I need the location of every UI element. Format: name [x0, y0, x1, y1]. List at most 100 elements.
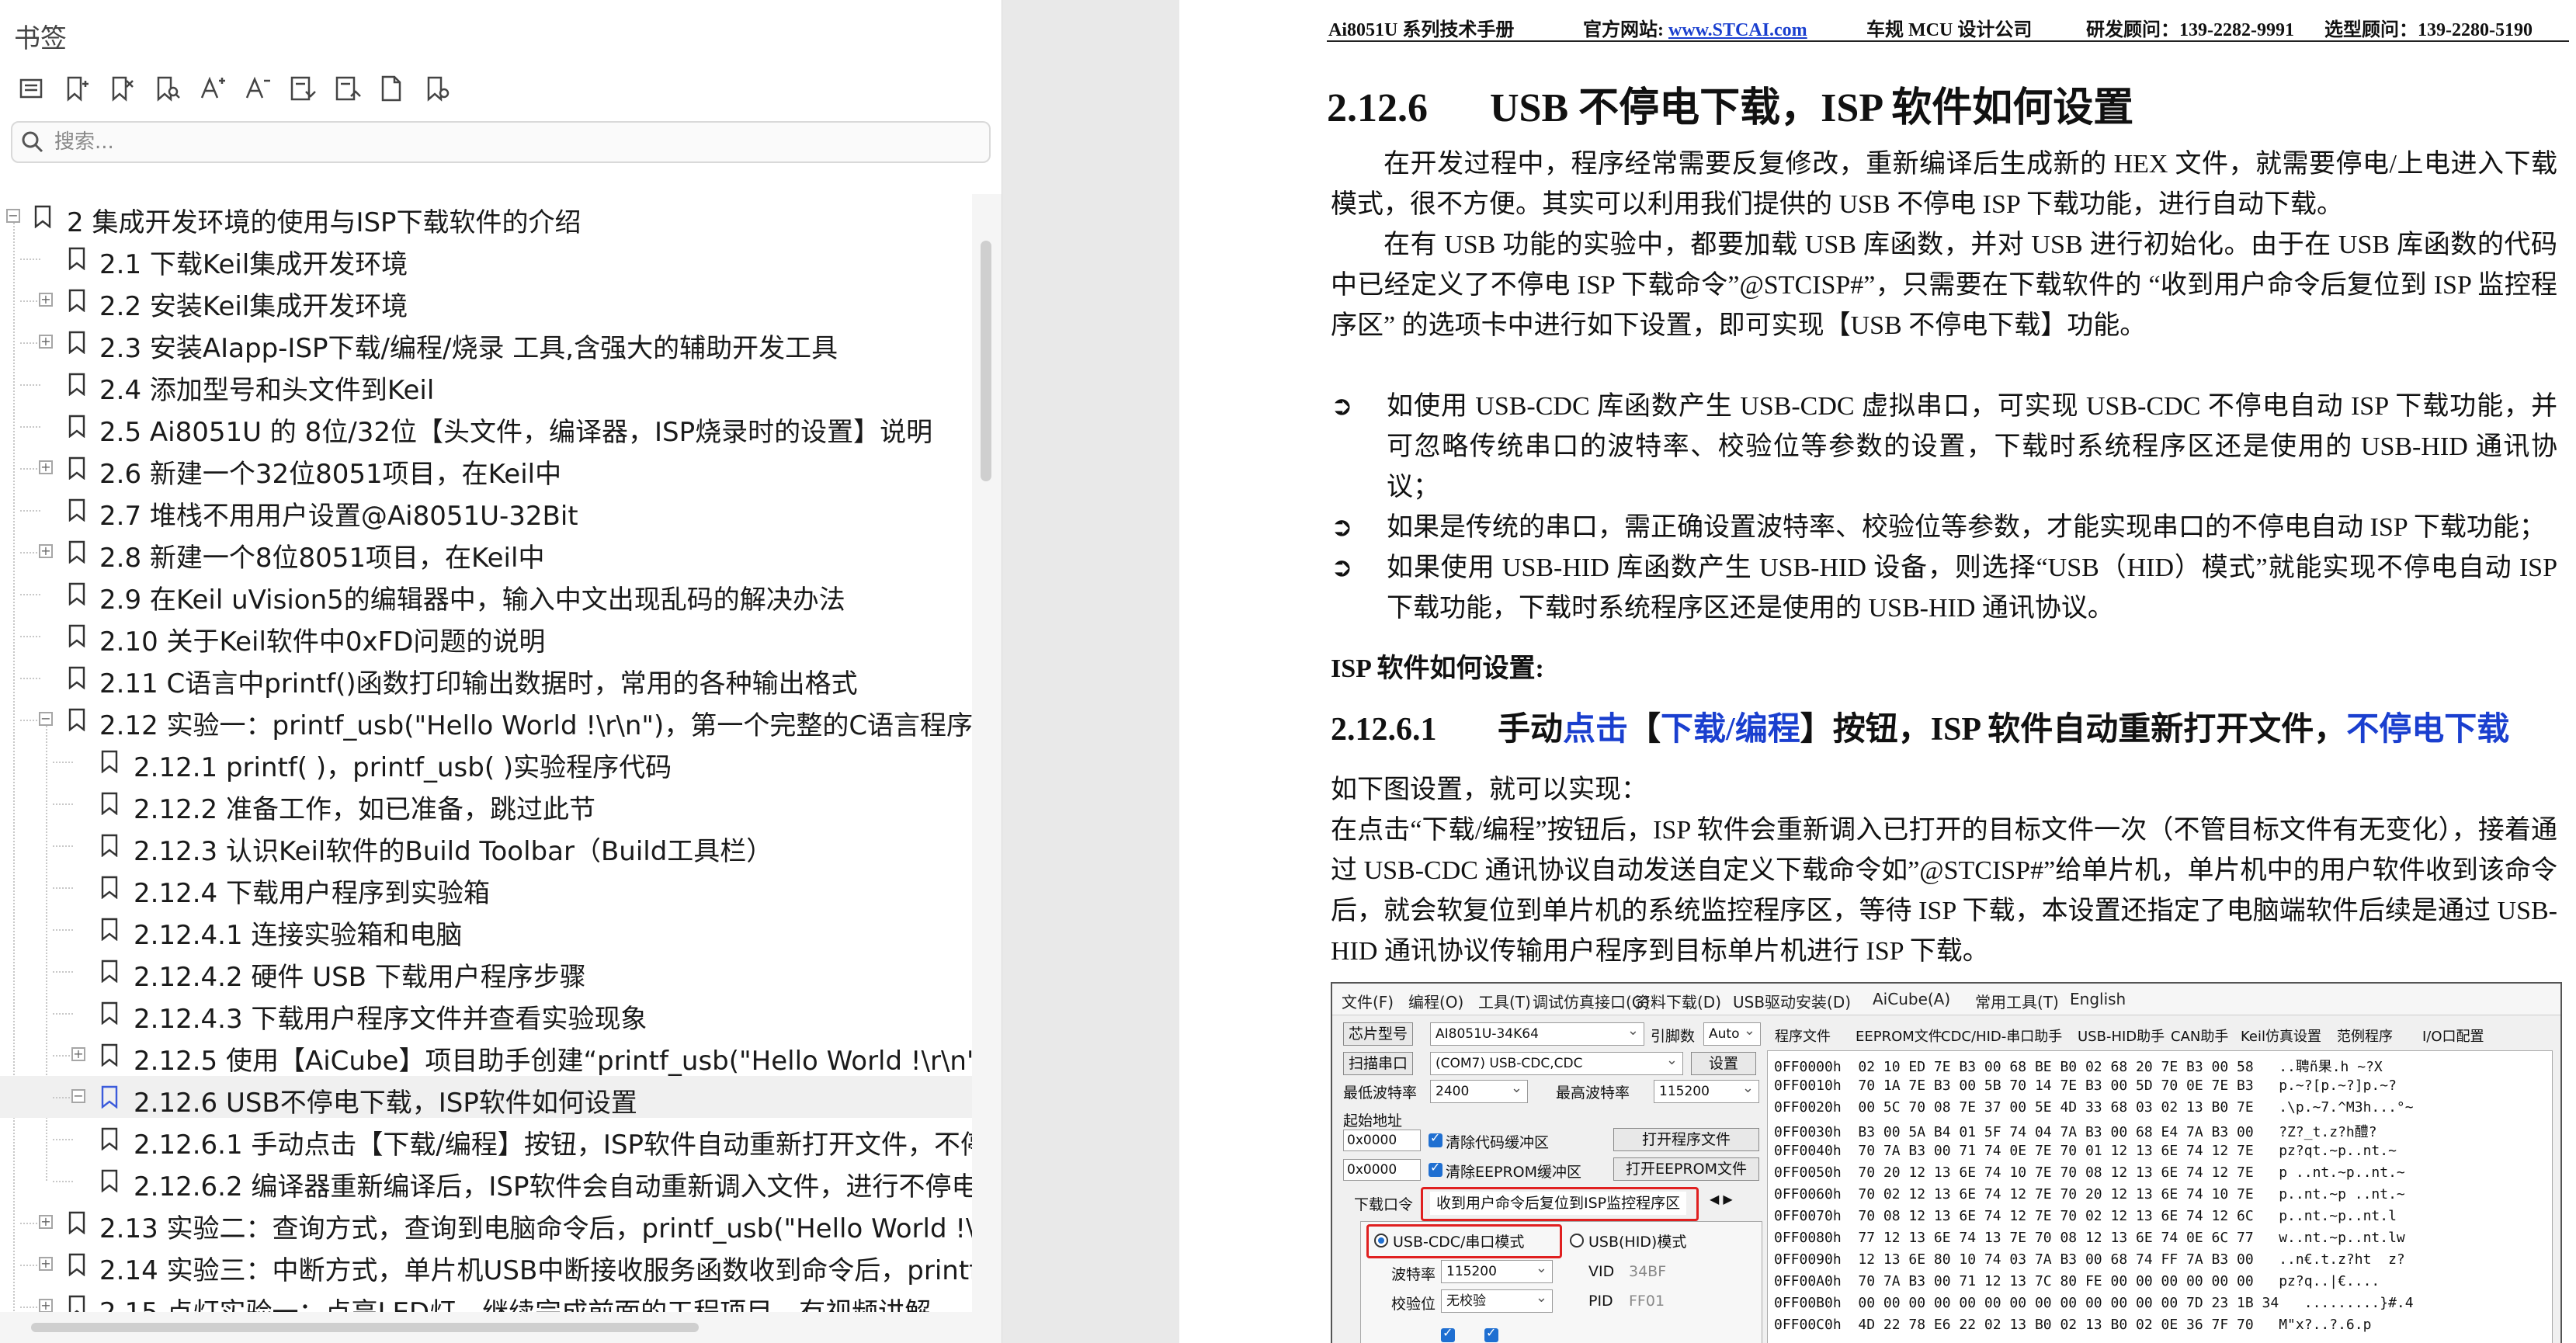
tree-guide-line: [20, 426, 40, 428]
bookmark-item[interactable]: − 2.12.6 USB不停电下载，ISP软件如何设置: [0, 1076, 972, 1119]
delete-bookmark-icon[interactable]: [101, 68, 141, 109]
scrollbar-thumb[interactable]: [31, 1323, 699, 1332]
bookmark-item[interactable]: 2.1 下载Keil集成开发环境: [0, 238, 972, 280]
bookmark-item[interactable]: +2.13 实验二：查询方式，查询到电脑命令后，printf_usb("Hell…: [0, 1202, 972, 1244]
bookmark-item[interactable]: 2.9 在Keil uVision5的编辑器中，输入中文出现乱码的解决办法: [0, 573, 972, 616]
panel-title: 书签: [14, 23, 67, 54]
list-icon[interactable]: [11, 68, 51, 109]
bookmark-item[interactable]: 2.7 堆栈不用用户设置@Ai8051U-32Bit: [0, 489, 972, 532]
hex-row: 0FF00B0h 00 00 00 00 00 00 00 00 00 00 0…: [1774, 1295, 2414, 1311]
scan-port-button: 扫描串口: [1343, 1052, 1414, 1075]
tree-guide-line: [20, 594, 40, 595]
isp-menu-item: 文件(F): [1342, 993, 1394, 1012]
parity-select: 无校验: [1441, 1287, 1553, 1313]
expand-node-icon[interactable]: +: [39, 1299, 53, 1312]
font-larger-icon[interactable]: [191, 68, 231, 109]
vertical-scrollbar[interactable]: [972, 194, 1002, 1312]
bookmark-item[interactable]: +2.3 安装AIapp-ISP下载/编程/烧录 工具,含强大的辅助开发工具: [0, 321, 972, 364]
bookmark-label: 2.12.3 认识Keil软件的Build Toolbar（Build工具栏）: [134, 836, 773, 867]
bookmark-item[interactable]: 2.12.4.1 连接实验箱和电脑: [0, 908, 972, 951]
hex-row: 0FF0080h 77 12 13 6E 74 13 7E 70 08 12 1…: [1774, 1230, 2405, 1246]
expand-all-icon[interactable]: [281, 68, 321, 109]
collapse-node-icon[interactable]: −: [39, 712, 53, 726]
paragraph-intro: 在开发过程中，程序经常需要反复修改，重新编译后生成新的 HEX 文件，就需要停电…: [1331, 150, 2557, 219]
section-heading: 2.12.6 USB 不停电下载，ISP 软件如何设置: [1327, 86, 2134, 130]
font-smaller-icon[interactable]: [236, 68, 276, 109]
bookmark-item[interactable]: +2.15 点灯实验一：点亮LED灯，继续完成前面的工程项目，有视频讲解: [0, 1286, 972, 1312]
header-rule: [1327, 40, 2569, 42]
bookmark-tree: −2 集成开发环境的使用与ISP下载软件的介绍 2.1 下载Keil集成开发环境 +…: [0, 194, 972, 1312]
add-bookmark-icon[interactable]: [56, 68, 96, 109]
find-bookmark-icon[interactable]: [146, 68, 186, 109]
bookmark-label: 2.3 安装AIapp-ISP下载/编程/烧录 工具,含强大的辅助开发工具: [99, 333, 838, 364]
expand-node-icon[interactable]: +: [39, 460, 53, 474]
bookmark-icon: [68, 582, 85, 606]
tree-guide-line: [53, 929, 73, 931]
bookmark-icon: [68, 289, 85, 312]
bookmark-item[interactable]: 2.12.1 printf( )，printf_usb( )实验程序代码: [0, 741, 972, 783]
bookmark-label: 2.15 点灯实验一：点亮LED灯，继续完成前面的工程项目，有视频讲解: [99, 1291, 931, 1312]
baud-select: 115200: [1441, 1258, 1553, 1283]
panel-gap: [1002, 0, 2026, 1343]
vid-value: 34BF: [1629, 1263, 1667, 1280]
bookmark-item[interactable]: − 2 集成开发环境的使用与ISP下载软件的介绍: [0, 196, 972, 238]
collapse-node-icon[interactable]: −: [71, 1089, 85, 1103]
tab-scroll-arrows: ◀ ▶: [1710, 1192, 1733, 1206]
collapse-all-icon[interactable]: [326, 68, 366, 109]
expand-node-icon[interactable]: +: [39, 1257, 53, 1271]
expand-node-icon[interactable]: +: [39, 1215, 53, 1229]
bookmark-item[interactable]: 2.12.2 准备工作，如已准备，跳过此节: [0, 783, 972, 825]
scrollbar-thumb[interactable]: [981, 241, 991, 481]
bookmark-item[interactable]: 2.12.4 下载用户程序到实验箱: [0, 866, 972, 909]
expand-node-icon[interactable]: +: [39, 335, 53, 349]
bookmark-item[interactable]: − 2.12 实验一：printf_usb("Hello World !\r\n"…: [0, 699, 972, 741]
bookmark-item[interactable]: +2.12.5 使用【AiCube】项目助手创建“printf_usb("Hel…: [0, 1034, 972, 1077]
isp-tab: 程序文件: [1775, 1029, 1831, 1045]
bookmark-item[interactable]: 2.5 Ai8051U 的 8位/32位【头文件，编译器，ISP烧录时的设置】说…: [0, 405, 972, 448]
bookmark-item[interactable]: +2.8 新建一个8位8051项目，在Keil中: [0, 531, 972, 574]
bookmark-item[interactable]: 2.12.6.2 编译器重新编译后，ISP软件会自动重新调入文件，进行不停电: [0, 1160, 972, 1202]
mode-hid-label: USB(HID)模式: [1588, 1234, 1687, 1251]
bookmark-item[interactable]: 2.12.6.1 手动点击【下载/编程】按钮，ISP软件自动重新打开文件，不停电: [0, 1118, 972, 1161]
bookmark-item[interactable]: +2.6 新建一个32位8051项目，在Keil中: [0, 447, 972, 490]
highlight-frame: [1421, 1187, 1699, 1221]
max-baud-select: 115200: [1654, 1078, 1759, 1103]
isp-tab: 范例程序: [2337, 1029, 2393, 1045]
expand-node-icon[interactable]: +: [39, 293, 53, 307]
site-link[interactable]: www.STCAI.com: [1668, 20, 1807, 40]
expand-node-icon[interactable]: +: [39, 544, 53, 558]
bookmark-item[interactable]: +2.2 安装Keil集成开发环境: [0, 279, 972, 322]
tree-guide-line: [53, 762, 73, 763]
bookmark-item[interactable]: 2.12.4.3 下载用户程序文件并查看实验现象: [0, 992, 972, 1035]
new-page-icon[interactable]: [371, 68, 411, 109]
isp-menu-item: 资料下载(D): [1635, 993, 1722, 1012]
tree-guide-line: [20, 636, 40, 637]
app-window: 书签 − 2 集成开发环境的使用与ISP下载软件的介绍 2.1 下载Keil集成开发…: [0, 0, 2576, 1343]
collapse-node-icon[interactable]: −: [6, 209, 20, 223]
clear-eeprom-label: 清除EEPROM缓冲区: [1446, 1164, 1582, 1181]
search-input[interactable]: [53, 127, 980, 158]
bookmark-item[interactable]: 2.12.4.2 硬件 USB 下载用户程序步骤: [0, 950, 972, 993]
bookmark-item[interactable]: 2.12.3 认识Keil软件的Build Toolbar（Build工具栏）: [0, 824, 972, 867]
isp-screenshot: 文件(F) 编程(O) 工具(T) 调试仿真接口(G) 资料下载(D) USB驱动安装(D…: [1331, 982, 2562, 1343]
bookmark-item[interactable]: +2.14 实验三：中断方式，单片机USB中断接收服务函数收到命令后，print…: [0, 1244, 972, 1286]
bookmark-settings-icon[interactable]: [416, 68, 457, 109]
horizontal-scrollbar[interactable]: [0, 1312, 1002, 1343]
expand-node-icon[interactable]: +: [71, 1047, 85, 1061]
bookmark-icon: [68, 666, 85, 689]
isp-tab: Keil仿真设置: [2241, 1029, 2321, 1045]
bookmark-label: 2.4 添加型号和头文件到Keil: [99, 375, 435, 406]
bookmark-item[interactable]: 2.10 关于Keil软件中0xFD问题的说明: [0, 615, 972, 658]
bookmark-icon: [68, 498, 85, 522]
hex-row: 0FF00C0h 4D 22 78 E6 22 02 13 B0 02 13 B…: [1774, 1317, 2372, 1333]
bookmark-icon: [68, 331, 85, 354]
bookmark-label: 2.12.6.1 手动点击【下载/编程】按钮，ISP软件自动重新打开文件，不停电: [134, 1130, 972, 1161]
min-baud-select: 2400: [1430, 1078, 1528, 1103]
tree-guide-line: [53, 1181, 73, 1182]
bookmark-item[interactable]: 2.11 C语言中printf()函数打印输出数据时，常用的各种输出格式: [0, 657, 972, 699]
header-design: 车规 MCU 设计公司: [1866, 20, 2033, 40]
header-site: 官方网站: www.STCAI.com: [1583, 20, 1807, 40]
bookmark-item[interactable]: 2.4 添加型号和头文件到Keil: [0, 363, 972, 406]
bookmark-icon: [101, 792, 118, 815]
bookmark-search: [11, 121, 991, 163]
